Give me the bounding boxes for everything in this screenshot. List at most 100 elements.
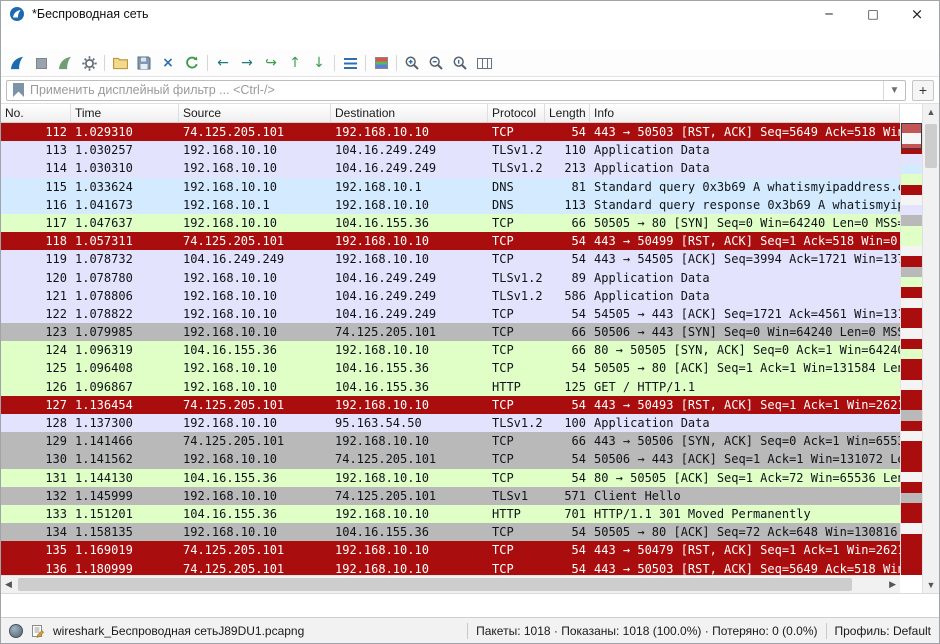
column-header-time[interactable]: Time (71, 104, 179, 122)
zoom-in-button[interactable] (400, 52, 424, 74)
autoscroll-button[interactable] (338, 52, 362, 74)
go-forward-button[interactable]: → (235, 52, 259, 74)
column-header-destination[interactable]: Destination (331, 104, 488, 122)
packet-destination: 104.16.249.249 (331, 159, 488, 177)
filter-bookmark-icon[interactable] (13, 83, 24, 97)
menu-item[interactable] (101, 37, 117, 41)
scroll-right-icon[interactable]: ▶ (889, 579, 896, 590)
packet-destination: 192.168.10.10 (331, 541, 488, 559)
packet-minimap[interactable] (900, 123, 922, 575)
packet-row[interactable]: 132 1.145999 192.168.10.10 74.125.205.10… (1, 487, 900, 505)
last-packet-button[interactable]: ↓ (307, 52, 331, 74)
menu-item[interactable] (117, 37, 133, 41)
menu-item[interactable] (133, 37, 149, 41)
packet-row[interactable]: 119 1.078732 104.16.249.249 192.168.10.1… (1, 250, 900, 268)
menu-item[interactable] (69, 37, 85, 41)
scroll-down-icon[interactable]: ▼ (927, 580, 936, 590)
packet-row[interactable]: 115 1.033624 192.168.10.10 192.168.10.1 … (1, 178, 900, 196)
minimize-button[interactable]: ─ (807, 1, 851, 27)
packet-row[interactable]: 114 1.030310 192.168.10.10 104.16.249.24… (1, 159, 900, 177)
packet-row[interactable]: 135 1.169019 74.125.205.101 192.168.10.1… (1, 541, 900, 559)
vertical-scrollbar[interactable]: ▲ ▼ (922, 104, 939, 593)
packet-row[interactable]: 131 1.144130 104.16.155.36 192.168.10.10… (1, 469, 900, 487)
menu-item[interactable] (149, 37, 165, 41)
packet-row[interactable]: 129 1.141466 74.125.205.101 192.168.10.1… (1, 432, 900, 450)
packet-no: 134 (1, 523, 71, 541)
column-header-length[interactable]: Length (545, 104, 590, 122)
packet-row[interactable]: 128 1.137300 192.168.10.10 95.163.54.50 … (1, 414, 900, 432)
vertical-scroll-thumb[interactable] (925, 124, 937, 168)
packet-row[interactable]: 112 1.029310 74.125.205.101 192.168.10.1… (1, 123, 900, 141)
reload-file-button[interactable] (180, 52, 204, 74)
packet-source: 192.168.10.10 (179, 141, 331, 159)
open-file-button[interactable] (108, 52, 132, 74)
packet-row[interactable]: 118 1.057311 74.125.205.101 192.168.10.1… (1, 232, 900, 250)
packet-row[interactable]: 124 1.096319 104.16.155.36 192.168.10.10… (1, 341, 900, 359)
packet-row[interactable]: 126 1.096867 192.168.10.10 104.16.155.36… (1, 378, 900, 396)
packet-no: 114 (1, 159, 71, 177)
packet-length: 54 (545, 450, 590, 468)
packet-row[interactable]: 116 1.041673 192.168.10.1 192.168.10.10 … (1, 196, 900, 214)
packet-row[interactable]: 133 1.151201 104.16.155.36 192.168.10.10… (1, 505, 900, 523)
minimap-segment (901, 380, 922, 390)
start-capture-button[interactable] (5, 52, 29, 74)
menu-item[interactable] (53, 37, 69, 41)
restart-capture-button[interactable] (53, 52, 77, 74)
column-header-info[interactable]: Info (590, 104, 900, 122)
capture-options-button[interactable] (77, 52, 101, 74)
menu-item[interactable] (5, 37, 21, 41)
packet-row[interactable]: 117 1.047637 192.168.10.10 104.16.155.36… (1, 214, 900, 232)
packet-protocol: TCP (488, 541, 545, 559)
filter-history-dropdown[interactable]: ▼ (883, 81, 905, 100)
packet-row[interactable]: 125 1.096408 192.168.10.10 104.16.155.36… (1, 359, 900, 377)
display-filter-input[interactable] (30, 83, 883, 97)
expert-info-icon[interactable] (9, 624, 23, 638)
menu-item[interactable] (37, 37, 53, 41)
packet-row[interactable]: 120 1.078780 192.168.10.10 104.16.249.24… (1, 269, 900, 287)
column-header-protocol[interactable]: Protocol (488, 104, 545, 122)
first-packet-button[interactable]: ↑ (283, 52, 307, 74)
capture-comment-icon[interactable] (31, 624, 45, 638)
column-header-no[interactable]: No. (1, 104, 71, 122)
maximize-button[interactable]: □ (851, 1, 895, 27)
colorize-button[interactable] (369, 52, 393, 74)
column-header-source[interactable]: Source (179, 104, 331, 122)
packet-row[interactable]: 130 1.141562 192.168.10.10 74.125.205.10… (1, 450, 900, 468)
filter-bar: ▼ + (1, 77, 939, 104)
stop-capture-button[interactable] (29, 52, 53, 74)
packet-row[interactable]: 134 1.158135 192.168.10.10 104.16.155.36… (1, 523, 900, 541)
minimap-viewport-indicator[interactable] (901, 123, 922, 149)
autoscroll-icon (344, 58, 357, 69)
details-pane-collapsed (1, 593, 939, 617)
scroll-left-icon[interactable]: ◀ (5, 579, 12, 590)
zoom-original-button[interactable] (448, 52, 472, 74)
packet-counts: Пакеты: 1018 · Показаны: 1018 (100.0%) ·… (476, 624, 817, 638)
menu-item[interactable] (21, 37, 37, 41)
packet-info: 54505 → 443 [ACK] Seq=1721 Ack=4561 Win=… (590, 305, 900, 323)
close-button[interactable]: × (895, 1, 939, 27)
horizontal-scrollbar[interactable]: ◀ ▶ (1, 575, 900, 593)
close-file-button[interactable]: × (156, 52, 180, 74)
packet-protocol: TCP (488, 232, 545, 250)
horizontal-scroll-thumb[interactable] (18, 578, 852, 591)
packet-row[interactable]: 113 1.030257 192.168.10.10 104.16.249.24… (1, 141, 900, 159)
packet-length: 110 (545, 141, 590, 159)
minimap-segment (901, 462, 922, 472)
packet-row[interactable]: 127 1.136454 74.125.205.101 192.168.10.1… (1, 396, 900, 414)
packet-row[interactable]: 121 1.078806 192.168.10.10 104.16.249.24… (1, 287, 900, 305)
menu-item[interactable] (165, 37, 181, 41)
add-filter-button[interactable]: + (912, 80, 934, 101)
profile-selector[interactable]: Профиль: Default (835, 624, 932, 638)
save-file-button[interactable] (132, 52, 156, 74)
packet-row[interactable]: 122 1.078822 192.168.10.10 104.16.249.24… (1, 305, 900, 323)
menu-item[interactable] (85, 37, 101, 41)
packet-row[interactable]: 123 1.079985 192.168.10.10 74.125.205.10… (1, 323, 900, 341)
resize-columns-button[interactable] (472, 52, 496, 74)
packet-no: 117 (1, 214, 71, 232)
go-back-button[interactable]: ← (211, 52, 235, 74)
zoom-out-button[interactable] (424, 52, 448, 74)
goto-packet-button[interactable]: ↪ (259, 52, 283, 74)
packet-row[interactable]: 136 1.180999 74.125.205.101 192.168.10.1… (1, 560, 900, 576)
scroll-up-icon[interactable]: ▲ (927, 107, 936, 117)
capture-file-name[interactable]: wireshark_Беспроводная сетьJ89DU1.pcapng (53, 624, 304, 638)
